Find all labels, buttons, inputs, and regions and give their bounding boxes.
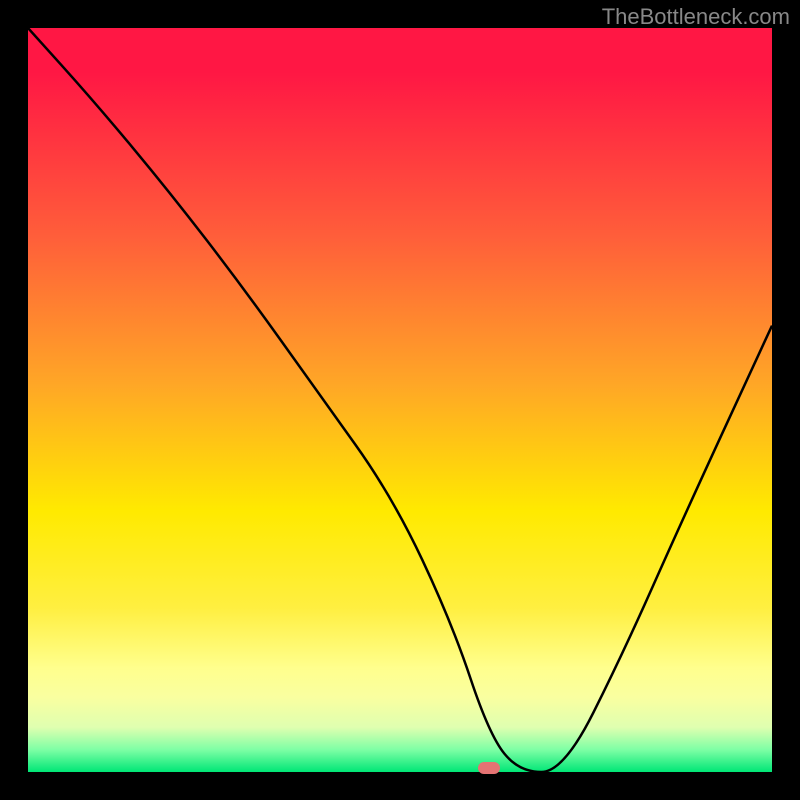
watermark-text: TheBottleneck.com [602,4,790,30]
curve-path [28,28,772,772]
chart-container: TheBottleneck.com [0,0,800,800]
plot-area [28,28,772,772]
bottleneck-curve [28,28,772,772]
optimal-point-marker [478,762,500,774]
